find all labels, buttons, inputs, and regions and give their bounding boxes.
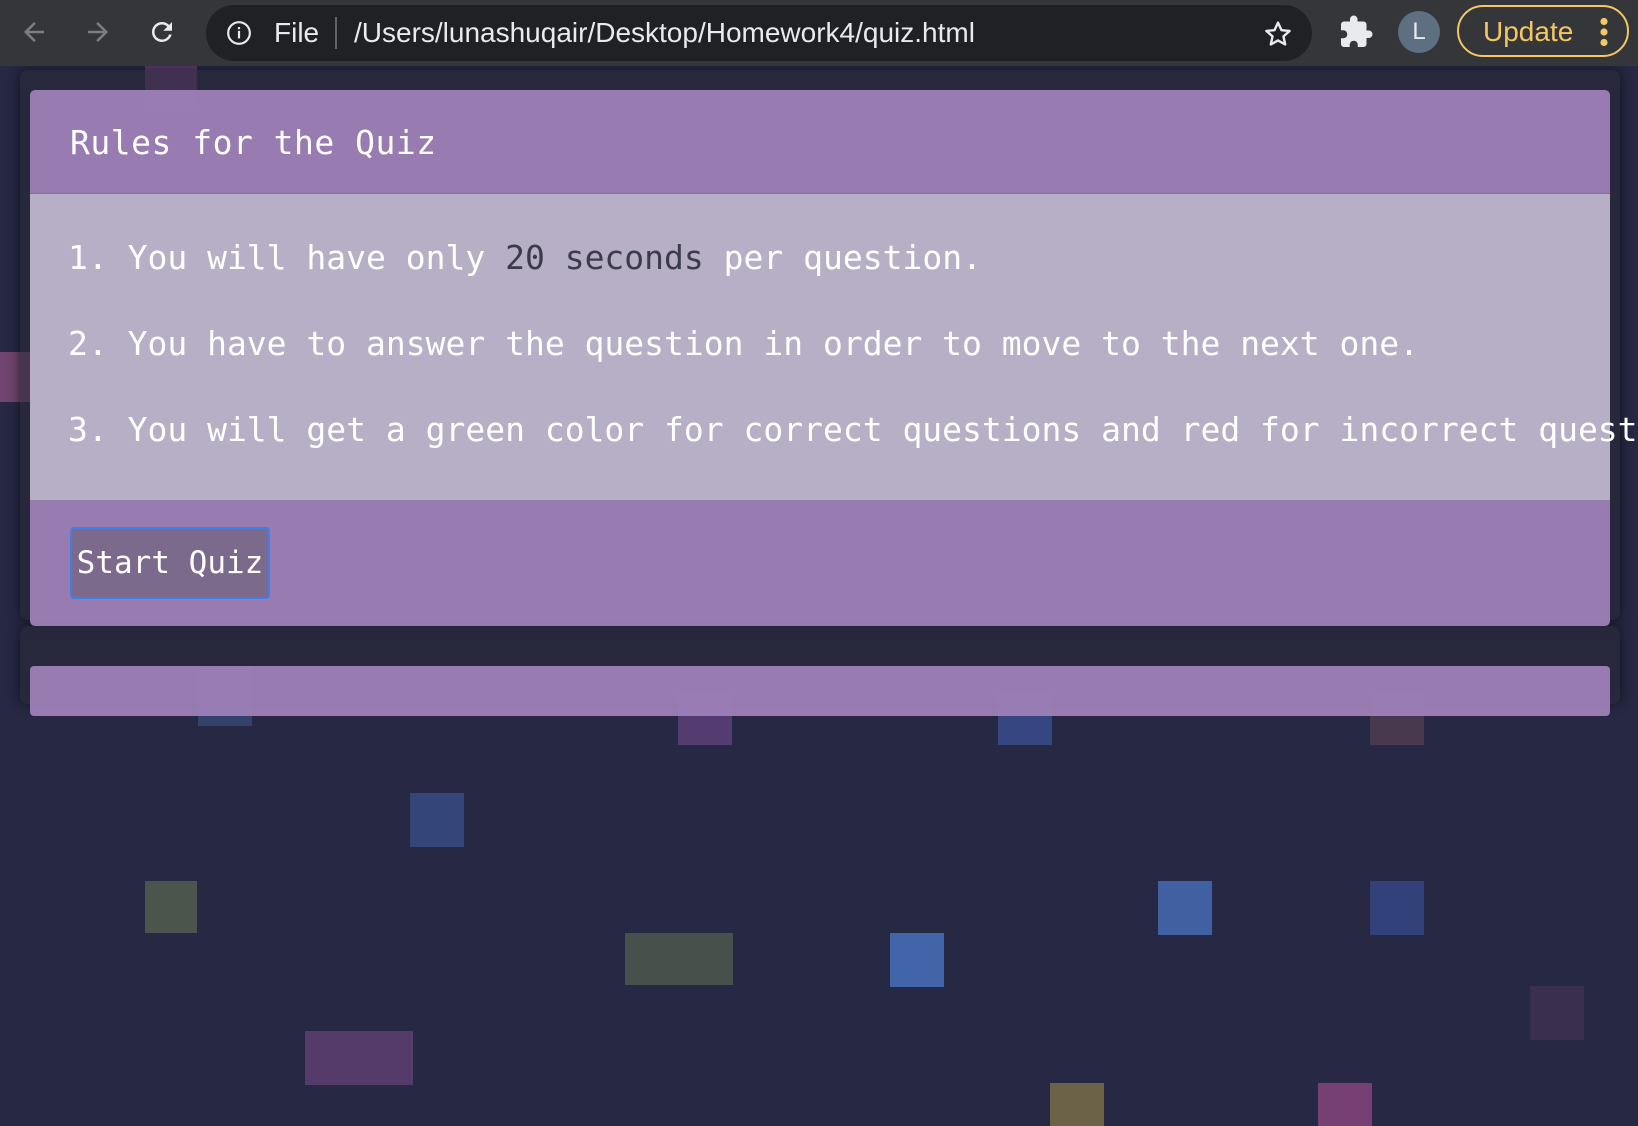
page-title: Rules for the Quiz (70, 123, 437, 162)
start-quiz-button[interactable]: Start Quiz (70, 527, 270, 599)
arrow-right-icon (88, 22, 108, 42)
forward-button[interactable] (78, 12, 118, 52)
profile-avatar[interactable]: L (1398, 11, 1440, 53)
page-viewport: Rules for the Quiz 1. You will have only… (0, 66, 1638, 1126)
update-label: Update (1483, 16, 1574, 47)
card-footer: Start Quiz (30, 501, 1610, 626)
rule-1-text-after: per question. (703, 238, 982, 277)
url-scheme-label: File (274, 17, 320, 48)
info-icon[interactable] (226, 20, 252, 46)
extensions-puzzle-icon[interactable] (1338, 14, 1374, 50)
reload-icon (151, 21, 172, 42)
browser-toolbar: File /Users/lunashuqair/Desktop/Homework… (0, 0, 1638, 66)
url-separator (335, 17, 337, 49)
kebab-menu-icon[interactable] (1599, 17, 1609, 47)
rule-item-1: 1. You will have only 20 seconds per que… (68, 238, 982, 278)
rule-1-text-before: 1. You will have only (68, 238, 506, 277)
address-bar[interactable]: File /Users/lunashuqair/Desktop/Homework… (206, 5, 1312, 61)
rule-item-3: 3. You will get a green color for correc… (68, 410, 1638, 449)
url-text[interactable]: /Users/lunashuqair/Desktop/Homework4/qui… (354, 18, 975, 48)
reload-button[interactable] (142, 12, 182, 52)
bookmark-star-icon[interactable] (1262, 18, 1294, 50)
arrow-left-icon (24, 22, 44, 42)
result-bar (30, 666, 1610, 716)
update-button[interactable]: Update (1457, 5, 1629, 57)
rule-1-highlight: 20 seconds (505, 238, 704, 277)
back-button[interactable] (14, 12, 54, 52)
card-header: Rules for the Quiz (30, 90, 1610, 194)
rule-item-2: 2. You have to answer the question in or… (68, 324, 1420, 363)
rules-list: 1. You will have only 20 seconds per que… (30, 194, 1638, 501)
